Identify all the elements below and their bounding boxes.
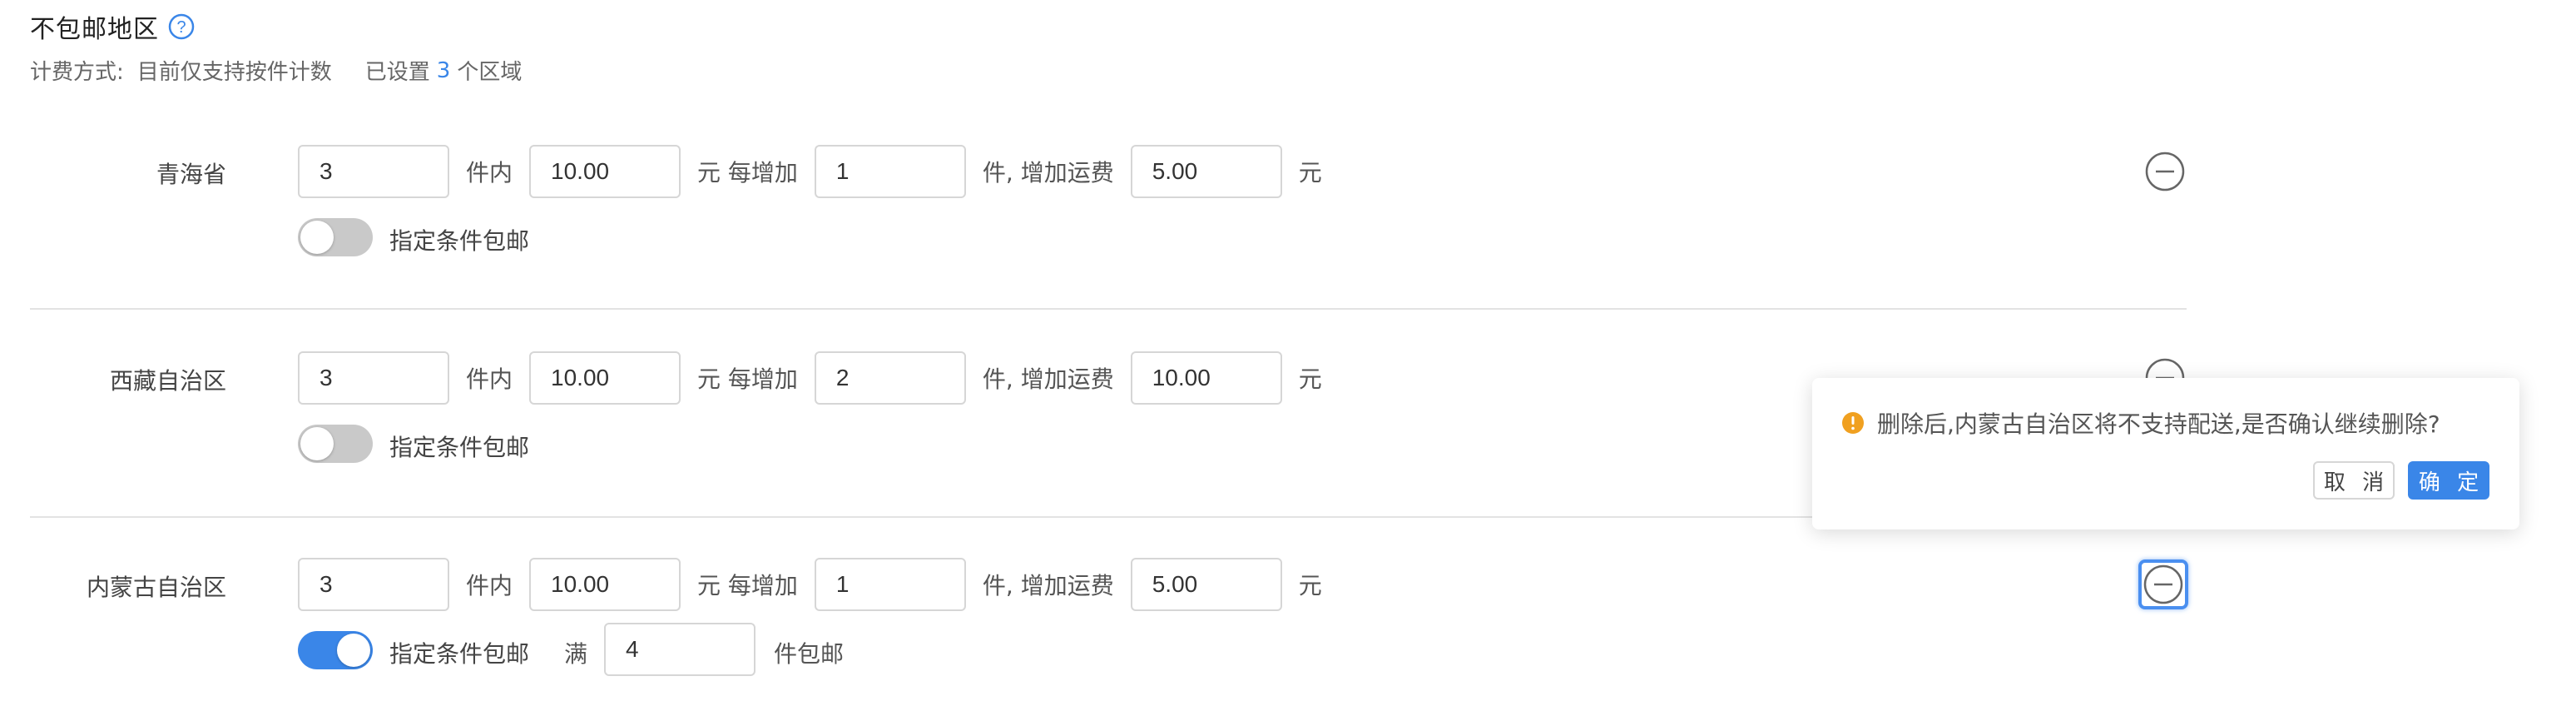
first-qty-input[interactable]: 3 [298,145,449,198]
section-header: 不包邮地区 ? 计费方式: 目前仅支持按件计数 已设置 3 个区域 [30,10,522,86]
free-shipping-toggle[interactable] [298,631,373,669]
set-prefix: 已设置 [364,60,430,85]
free-shipping-toggle[interactable] [298,425,373,463]
free-shipping-label: 指定条件包邮 [389,227,530,255]
cancel-button[interactable]: 取 消 [2313,461,2395,500]
toggle-knob [300,427,334,460]
free-shipping-toggle[interactable] [298,218,373,256]
billing-value: 目前仅支持按件计数 [136,60,332,85]
first-qty-input[interactable]: 3 [298,351,449,405]
minus-circle-icon [2145,152,2185,191]
region-divider [30,308,2187,310]
set-suffix: 个区域 [457,60,523,85]
svg-text:?: ? [176,18,186,37]
piece-free-label: 件包邮 [774,640,845,668]
minus-circle-icon [2143,564,2183,604]
yuan-label: 元 [1298,572,1322,599]
free-shipping-label: 指定条件包邮 [389,640,530,668]
add-fee-label: 件, 增加运费 [982,159,1114,186]
add-fee-label: 件, 增加运费 [982,365,1114,393]
fee-row: 3 件内 10.00 元 每增加 1 件, 增加运费 5.00 元 [298,558,1339,611]
yuan-each-label: 元 每增加 [697,572,798,599]
add-fee-input[interactable]: 5.00 [1130,558,1282,611]
delete-confirm-popover: 删除后,内蒙古自治区将不支持配送,是否确认继续删除? 取 消 确 定 [1812,378,2519,530]
full-label: 满 [564,640,588,668]
free-qty-input[interactable]: 4 [604,623,755,676]
fee-row: 3 件内 10.00 元 每增加 1 件, 增加运费 5.00 元 [298,145,1339,198]
add-qty-input[interactable]: 1 [814,145,966,198]
first-fee-input[interactable]: 10.00 [529,145,681,198]
yuan-label: 元 [1298,365,1322,393]
remove-region-button[interactable] [2143,150,2187,193]
toggle-knob [337,634,370,667]
add-qty-input[interactable]: 1 [814,558,966,611]
within-label: 件内 [466,365,513,393]
question-circle-icon[interactable]: ? [167,12,196,41]
first-fee-input[interactable]: 10.00 [529,351,681,405]
add-fee-input[interactable]: 5.00 [1130,145,1282,198]
section-title: 不包邮地区 [30,15,159,44]
region-name: 内蒙古自治区 [86,574,226,601]
add-fee-input[interactable]: 10.00 [1130,351,1282,405]
confirm-message: 删除后,内蒙古自治区将不支持配送,是否确认继续删除? [1877,410,2440,438]
yuan-each-label: 元 每增加 [697,159,798,186]
billing-label: 计费方式: [30,60,124,85]
region-name: 西藏自治区 [109,367,226,395]
add-fee-label: 件, 增加运费 [982,572,1114,599]
remove-region-button[interactable] [2138,559,2188,609]
yuan-label: 元 [1298,159,1322,186]
toggle-knob [300,221,334,254]
fee-row: 3 件内 10.00 元 每增加 2 件, 增加运费 10.00 元 [298,351,1339,405]
yuan-each-label: 元 每增加 [697,365,798,393]
warning-circle-icon [1840,410,1865,435]
title-row: 不包邮地区 ? [30,10,522,44]
first-fee-input[interactable]: 10.00 [529,558,681,611]
free-shipping-label: 指定条件包邮 [389,434,530,461]
confirm-message-row: 删除后,内蒙古自治区将不支持配送,是否确认继续删除? [1840,406,2440,440]
add-qty-input[interactable]: 2 [814,351,966,405]
region-name: 青海省 [156,161,226,188]
confirm-button[interactable]: 确 定 [2408,461,2489,500]
within-label: 件内 [466,159,513,186]
first-qty-input[interactable]: 3 [298,558,449,611]
billing-info: 计费方式: 目前仅支持按件计数 已设置 3 个区域 [30,55,522,86]
region-count: 3 [436,57,451,83]
within-label: 件内 [466,572,513,599]
